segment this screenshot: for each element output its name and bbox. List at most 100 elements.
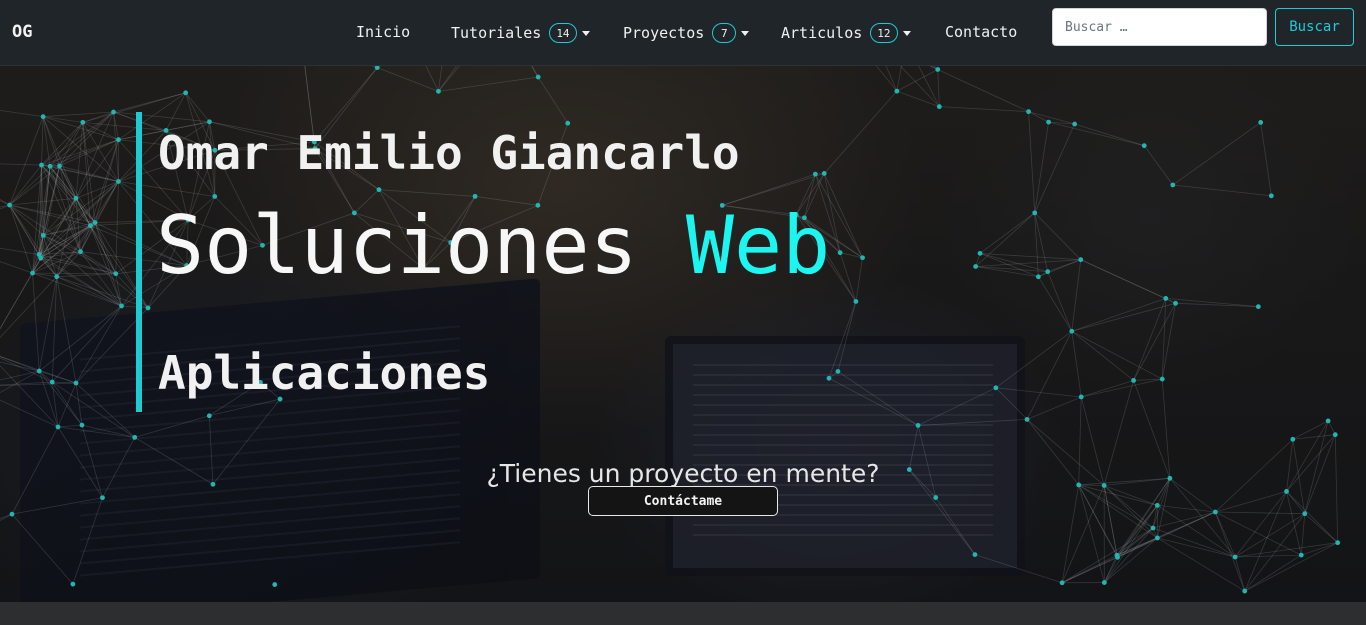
network-link xyxy=(935,497,976,555)
network-node xyxy=(1232,554,1238,560)
network-node xyxy=(973,264,979,269)
nav-item-inicio[interactable]: Inicio xyxy=(356,23,410,41)
network-link xyxy=(1071,298,1166,332)
network-link xyxy=(41,116,44,166)
network-link xyxy=(1028,111,1049,123)
network-node xyxy=(835,369,841,374)
network-link xyxy=(933,66,939,70)
network-link xyxy=(38,198,77,255)
network-link xyxy=(1048,121,1145,147)
network-link xyxy=(94,139,119,223)
search-input[interactable] xyxy=(1052,8,1267,46)
network-link xyxy=(185,92,210,123)
network-link xyxy=(837,371,919,426)
network-node xyxy=(183,90,189,96)
network-link xyxy=(1038,276,1073,332)
network-link xyxy=(899,66,940,107)
network-node xyxy=(1035,274,1041,280)
bottom-strip xyxy=(0,602,1366,625)
network-node xyxy=(935,67,941,72)
network-link xyxy=(1071,302,1176,332)
network-node xyxy=(49,379,55,385)
network-link xyxy=(1061,484,1080,583)
dropdown-caret-icon xyxy=(902,30,911,36)
network-link xyxy=(1081,380,1134,398)
network-node xyxy=(40,232,46,238)
network-node xyxy=(1045,269,1051,275)
network-node xyxy=(119,303,124,309)
count-badge: 7 xyxy=(712,23,737,43)
network-link xyxy=(937,69,940,107)
network-link xyxy=(1061,485,1105,583)
nav-item-articulos[interactable]: Articulos 12 xyxy=(781,23,911,43)
network-link xyxy=(975,266,1039,278)
nav-item-label: Articulos xyxy=(781,24,863,42)
hero-title-accent: Web xyxy=(685,199,831,292)
search-button[interactable]: Buscar xyxy=(1275,8,1354,46)
network-link xyxy=(1172,184,1272,197)
network-node xyxy=(92,220,98,225)
contact-button[interactable]: Contáctame xyxy=(588,486,778,516)
network-link xyxy=(1104,505,1158,583)
network-link xyxy=(918,418,1028,426)
nav-item-label: Inicio xyxy=(356,23,411,41)
network-link xyxy=(837,301,857,372)
network-link xyxy=(0,109,44,118)
network-link xyxy=(1300,513,1306,556)
network-link xyxy=(1078,484,1158,506)
network-node xyxy=(78,249,83,255)
nav-item-proyectos[interactable]: Proyectos 7 xyxy=(623,23,750,43)
network-link xyxy=(1157,537,1245,592)
accent-bar xyxy=(136,112,142,412)
network-node xyxy=(1255,304,1261,310)
network-link xyxy=(974,554,1063,584)
network-node xyxy=(1163,296,1169,301)
network-node xyxy=(88,223,93,229)
network-link xyxy=(51,305,122,383)
network-link xyxy=(0,513,13,522)
network-node xyxy=(1131,378,1136,383)
network-link xyxy=(896,69,938,92)
network-node xyxy=(826,375,832,381)
network-node xyxy=(565,120,571,126)
network-node xyxy=(80,119,86,125)
network-link xyxy=(1071,259,1082,332)
network-node xyxy=(40,114,46,120)
network-link xyxy=(995,330,1073,389)
network-link xyxy=(371,66,378,69)
nav-item-tutoriales[interactable]: Tutoriales 14 xyxy=(451,23,590,43)
network-link xyxy=(39,370,77,384)
network-link xyxy=(1133,303,1176,381)
network-node xyxy=(1032,210,1038,216)
network-link xyxy=(823,90,898,174)
network-link xyxy=(0,200,10,206)
network-node xyxy=(1332,432,1338,438)
network-link xyxy=(9,165,51,206)
network-link xyxy=(75,305,122,384)
network-node xyxy=(1078,257,1084,263)
network-link xyxy=(1071,330,1163,380)
network-node xyxy=(207,119,212,125)
network-node xyxy=(936,104,942,110)
network-node xyxy=(1268,193,1274,199)
network-node xyxy=(1212,509,1218,515)
network-node xyxy=(1114,552,1120,558)
network-link xyxy=(11,513,74,585)
network-link xyxy=(1061,527,1154,584)
hero-name: Omar Emilio Giancarlo xyxy=(158,126,740,180)
brand-logo[interactable]: OG xyxy=(12,22,32,42)
network-node xyxy=(36,368,42,374)
count-badge: 12 xyxy=(870,23,898,43)
network-node xyxy=(436,88,441,94)
cta-question: ¿Tienes un proyecto en mente? xyxy=(486,459,880,488)
network-link xyxy=(438,66,457,92)
nav-item-contacto[interactable]: Contacto xyxy=(945,23,1017,41)
network-link xyxy=(995,387,1028,420)
network-link xyxy=(1244,554,1302,592)
network-link xyxy=(1234,513,1305,558)
network-node xyxy=(1150,525,1156,531)
network-link xyxy=(51,276,58,383)
network-link xyxy=(32,273,40,372)
network-link xyxy=(1034,212,1082,260)
network-node xyxy=(100,495,105,501)
